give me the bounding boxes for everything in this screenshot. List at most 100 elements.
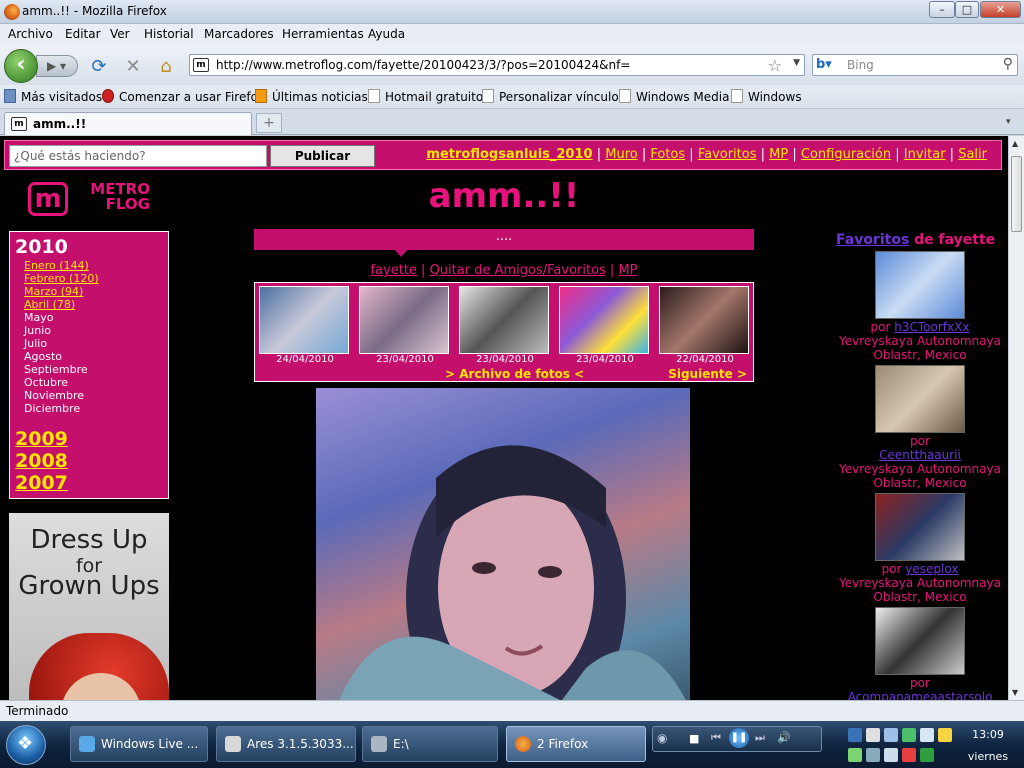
prev-track-icon[interactable]: ⏮ bbox=[711, 731, 721, 745]
link-fayette[interactable]: fayette bbox=[370, 263, 416, 278]
favorite-user-link[interactable]: Ceentthaaurii bbox=[879, 448, 961, 462]
siguiente-link[interactable]: Siguiente > bbox=[668, 367, 747, 381]
maximize-button[interactable]: □ bbox=[955, 1, 979, 18]
menu-herramientas[interactable]: Herramientas bbox=[282, 27, 364, 41]
wmp-icon[interactable]: ◉ bbox=[657, 731, 667, 745]
link-fotos[interactable]: Fotos bbox=[650, 147, 685, 162]
bookmark-comenzar[interactable]: Comenzar a usar Firefox bbox=[102, 89, 265, 104]
favorite-photo[interactable] bbox=[875, 607, 965, 675]
favorite-photo[interactable] bbox=[875, 251, 965, 319]
clock-day[interactable]: viernes bbox=[961, 750, 1015, 763]
bookmark-hotmail[interactable]: Hotmail gratuito bbox=[368, 89, 483, 104]
clock-time[interactable]: 13:09 bbox=[961, 728, 1015, 741]
search-icon[interactable]: ⚲ bbox=[1003, 56, 1013, 72]
thumbnail-3[interactable] bbox=[459, 286, 549, 354]
bing-search-engine-icon[interactable]: b▾ bbox=[816, 57, 844, 73]
bookmark-personalizar[interactable]: Personalizar vínculos bbox=[482, 89, 625, 104]
taskbar-firefox-group[interactable]: 2 Firefox bbox=[506, 726, 646, 762]
publish-button[interactable]: Publicar bbox=[270, 145, 375, 167]
pause-icon[interactable]: ❚❚ bbox=[729, 728, 749, 748]
tray-icon[interactable] bbox=[848, 748, 862, 762]
link-configuracion[interactable]: Configuración bbox=[801, 147, 891, 162]
tray-icon[interactable] bbox=[866, 728, 880, 742]
tray-icon[interactable] bbox=[938, 728, 952, 742]
tray-icon[interactable] bbox=[902, 728, 916, 742]
link-salir[interactable]: Salir bbox=[958, 147, 987, 162]
url-dropdown-icon[interactable]: ▼ bbox=[793, 58, 800, 68]
favorite-photo[interactable] bbox=[875, 493, 965, 561]
vertical-scrollbar[interactable]: ▲ ▼ bbox=[1008, 136, 1024, 700]
thumbnail-2[interactable] bbox=[359, 286, 449, 354]
menu-marcadores[interactable]: Marcadores bbox=[204, 27, 274, 41]
bookmark-star-icon[interactable]: ☆ bbox=[768, 56, 782, 75]
tray-icon[interactable] bbox=[884, 748, 898, 762]
start-button[interactable]: ❖ bbox=[6, 725, 46, 765]
link-mp[interactable]: MP bbox=[769, 147, 788, 162]
search-placeholder[interactable]: Bing bbox=[847, 58, 874, 72]
url-text[interactable]: http://www.metroflog.com/fayette/2010042… bbox=[216, 58, 630, 72]
archive-year-link[interactable]: 2008 bbox=[15, 450, 68, 472]
main-photo[interactable] bbox=[316, 388, 690, 700]
link-invitar[interactable]: Invitar bbox=[904, 147, 946, 162]
menu-ayuda[interactable]: Ayuda bbox=[368, 27, 405, 41]
stop-icon[interactable]: ✕ bbox=[122, 57, 144, 77]
volume-icon[interactable]: 🔊 bbox=[777, 731, 791, 744]
favorite-user-link[interactable]: Acompanameaastarsolo bbox=[848, 690, 993, 700]
minimize-button[interactable]: – bbox=[929, 1, 955, 18]
taskbar-drive-e[interactable]: E:\ bbox=[362, 726, 498, 762]
archivo-link[interactable]: > Archivo de fotos < bbox=[445, 367, 584, 381]
archive-month[interactable]: Marzo (94) bbox=[24, 285, 83, 298]
favorite-user-link[interactable]: yeseplox bbox=[905, 562, 958, 576]
menu-historial[interactable]: Historial bbox=[144, 27, 194, 41]
link-mp-2[interactable]: MP bbox=[618, 263, 637, 278]
thumbnail-5[interactable] bbox=[659, 286, 749, 354]
archive-month[interactable]: Enero (144) bbox=[24, 259, 89, 272]
bookmark-ultimas-noticias[interactable]: Últimas noticias bbox=[255, 89, 368, 104]
link-muro[interactable]: Muro bbox=[605, 147, 637, 162]
archive-month[interactable]: Abril (78) bbox=[24, 298, 75, 311]
advertisement-banner[interactable]: Dress Up for Grown Ups bbox=[9, 513, 169, 700]
tray-icon[interactable] bbox=[920, 728, 934, 742]
thumbnail-1[interactable] bbox=[259, 286, 349, 354]
thumbnail-4[interactable] bbox=[559, 286, 649, 354]
next-track-icon[interactable]: ⏭ bbox=[755, 731, 765, 745]
media-player-toolbar[interactable]: ◉ ■ ⏮ ❚❚ ⏭ 🔊 bbox=[652, 726, 822, 752]
favorite-user-link[interactable]: h3CToorfxXx bbox=[894, 320, 969, 334]
scrollbar-thumb[interactable] bbox=[1011, 156, 1022, 232]
tray-icon[interactable] bbox=[920, 748, 934, 762]
archive-month[interactable]: Febrero (120) bbox=[24, 272, 99, 285]
home-icon[interactable]: ⌂ bbox=[155, 57, 177, 77]
archive-year-link[interactable]: 2007 bbox=[15, 472, 68, 494]
bookmark-windows[interactable]: Windows bbox=[731, 89, 802, 104]
url-bar[interactable]: m http://www.metroflog.com/fayette/20100… bbox=[189, 54, 805, 76]
bookmark-mas-visitados[interactable]: Más visitados bbox=[4, 89, 102, 104]
scroll-up-icon[interactable]: ▲ bbox=[1012, 139, 1018, 148]
tray-icon[interactable] bbox=[866, 748, 880, 762]
stop-media-icon[interactable]: ■ bbox=[689, 732, 699, 745]
bookmark-windows-media[interactable]: Windows Media bbox=[619, 89, 729, 104]
forward-button[interactable]: ▶ ▾ bbox=[36, 55, 78, 77]
archive-year-link[interactable]: 2009 bbox=[15, 428, 68, 450]
favoritos-link[interactable]: Favoritos bbox=[836, 232, 909, 248]
reload-icon[interactable]: ⟳ bbox=[88, 57, 110, 77]
new-tab-button[interactable]: + bbox=[256, 113, 282, 133]
menu-ver[interactable]: Ver bbox=[110, 27, 130, 41]
tray-icon[interactable] bbox=[884, 728, 898, 742]
menu-archivo[interactable]: Archivo bbox=[8, 27, 53, 41]
scroll-down-icon[interactable]: ▼ bbox=[1012, 688, 1018, 697]
favorite-photo[interactable] bbox=[875, 365, 965, 433]
link-quitar-amigos[interactable]: Quitar de Amigos/Favoritos bbox=[430, 263, 606, 278]
back-button[interactable]: ‹ bbox=[4, 49, 38, 83]
tab-active[interactable]: m amm..!! bbox=[4, 112, 252, 135]
taskbar-ares[interactable]: Ares 3.1.5.3033... bbox=[216, 726, 356, 762]
menu-editar[interactable]: Editar bbox=[65, 27, 101, 41]
tray-icon[interactable] bbox=[902, 748, 916, 762]
metroflog-logo[interactable]: m METRO FLOG bbox=[28, 182, 152, 216]
tray-icon[interactable] bbox=[848, 728, 862, 742]
taskbar-windows-live[interactable]: Windows Live ... bbox=[70, 726, 208, 762]
user-link[interactable]: metroflogsanluis_2010 bbox=[426, 147, 592, 162]
link-favoritos[interactable]: Favoritos bbox=[698, 147, 757, 162]
search-box[interactable]: b▾ Bing ⚲ bbox=[812, 54, 1018, 76]
close-button[interactable]: ✕ bbox=[980, 1, 1021, 18]
list-all-tabs-icon[interactable]: ▾ bbox=[1006, 117, 1011, 127]
